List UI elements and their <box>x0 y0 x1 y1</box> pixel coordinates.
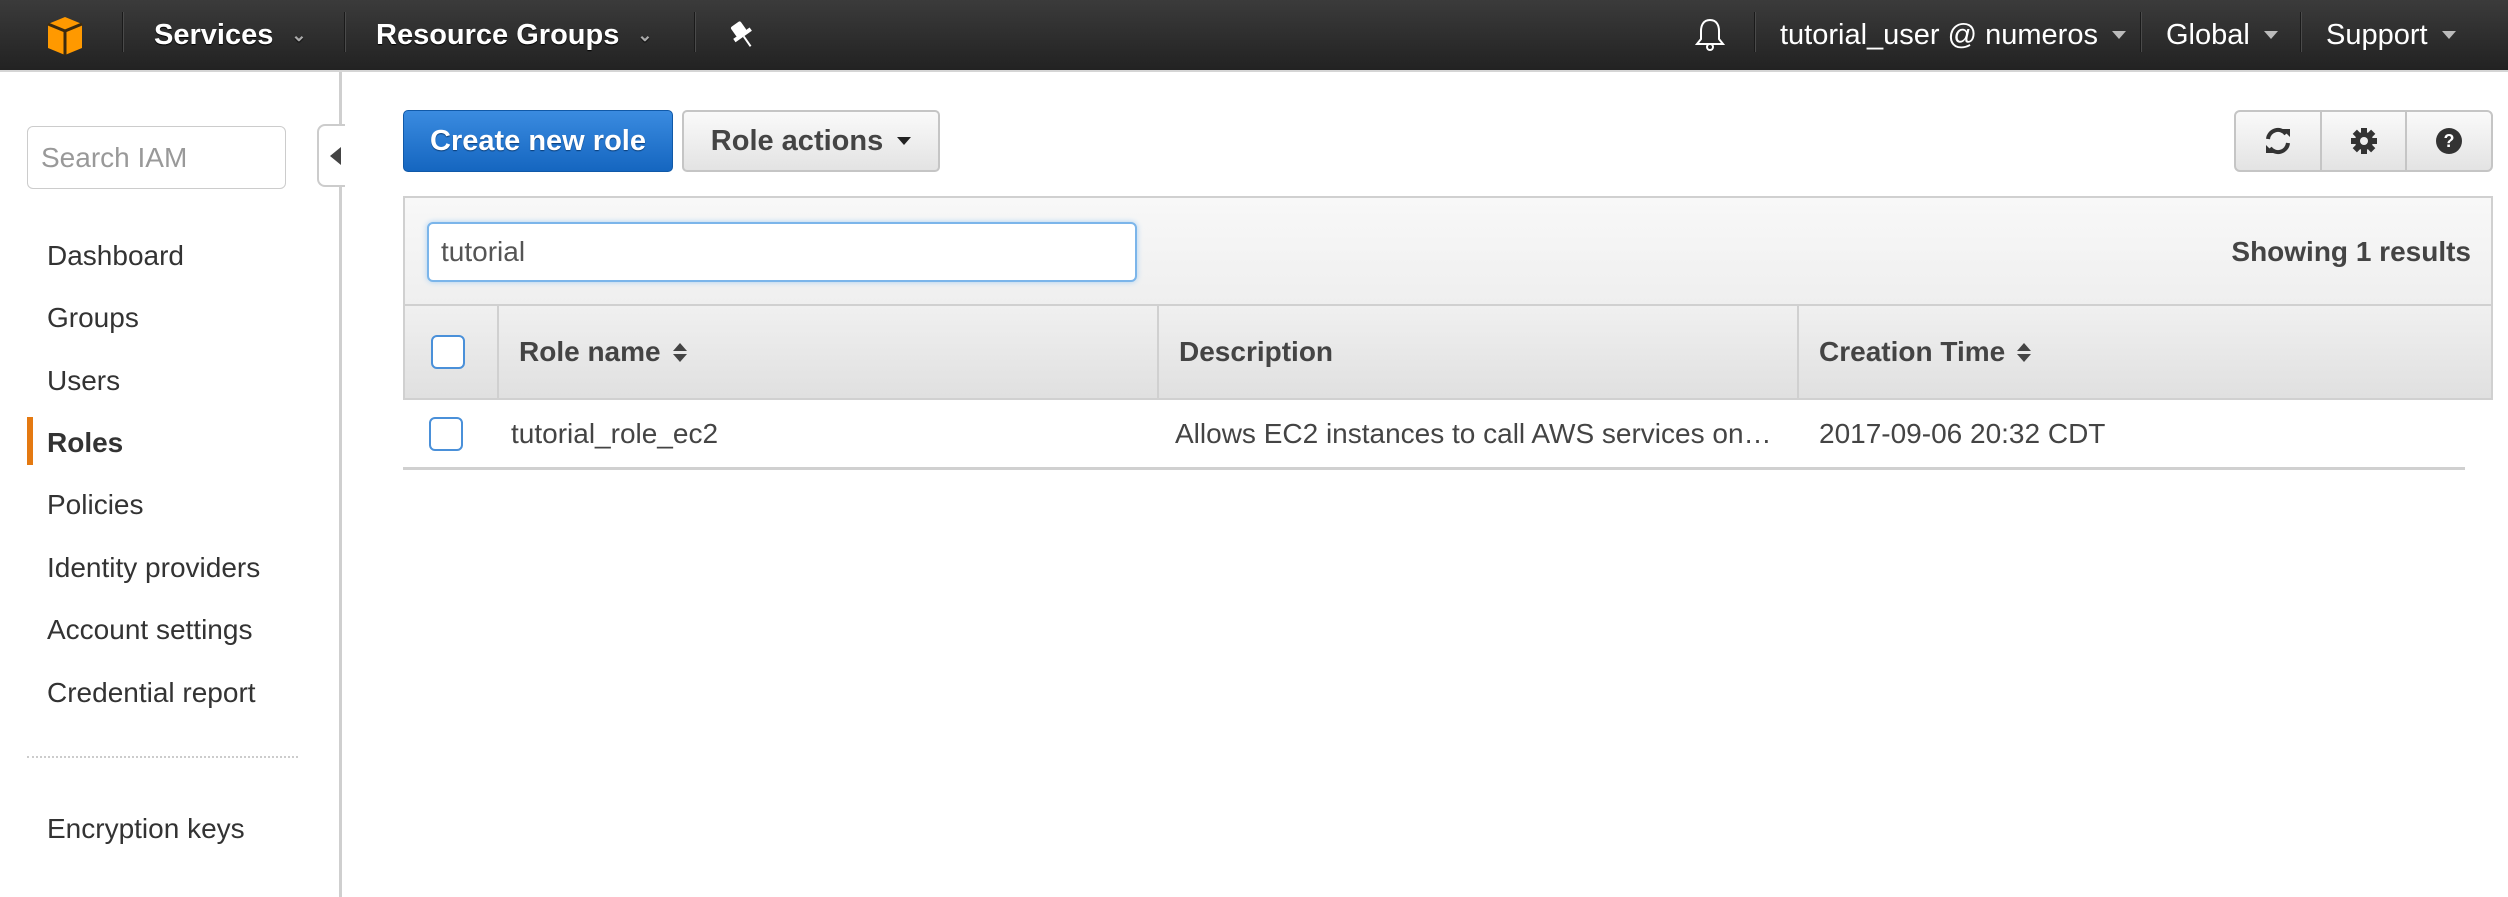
role-creation-time: 2017-09-06 20:32 CDT <box>1819 417 2106 449</box>
search-iam-input[interactable] <box>27 126 286 189</box>
table-row[interactable]: tutorial_role_ec2 Allows EC2 instances t… <box>403 400 2465 470</box>
caret-down-icon <box>2263 31 2278 39</box>
sidebar-item-dashboard[interactable]: Dashboard <box>47 240 184 272</box>
column-description-label: Description <box>1179 336 1334 367</box>
caret-down-icon <box>897 137 912 145</box>
nav-divider <box>122 12 124 52</box>
refresh-icon <box>2265 127 2290 155</box>
account-label: tutorial_user @ numeros <box>1780 18 2098 51</box>
row-checkbox[interactable] <box>429 416 463 451</box>
notifications-button[interactable] <box>1694 0 1726 70</box>
pushpin-icon <box>730 21 752 47</box>
column-creation-time[interactable]: Creation Time <box>1799 306 2491 398</box>
bell-icon <box>1694 18 1726 51</box>
filter-bar: Showing 1 results <box>403 196 2493 304</box>
sidebar-collapse-button[interactable] <box>317 124 345 187</box>
role-name-link[interactable]: tutorial_role_ec2 <box>511 418 718 450</box>
role-actions-button[interactable]: Role actions <box>682 110 940 172</box>
settings-button[interactable] <box>2322 112 2408 170</box>
creation-time-cell: 2017-09-06 20:32 CDT <box>1797 400 2465 467</box>
help-icon: ? <box>2436 128 2463 154</box>
role-filter-input[interactable] <box>427 222 1137 282</box>
account-menu[interactable]: tutorial_user @ numeros <box>1780 0 2126 70</box>
active-indicator <box>27 417 33 465</box>
select-all-checkbox[interactable] <box>431 335 465 369</box>
row-select-cell <box>403 400 497 467</box>
caret-down-icon <box>2441 31 2456 39</box>
sidebar-divider <box>27 756 298 758</box>
create-new-role-button[interactable]: Create new role <box>403 110 673 172</box>
services-label: Services <box>154 18 274 51</box>
sort-icon <box>672 342 687 362</box>
role-description: Allows EC2 instances to call AWS service… <box>1175 417 1772 449</box>
sidebar: Dashboard Groups Users Roles Policies Id… <box>0 72 345 897</box>
nav-divider <box>2300 12 2302 52</box>
sidebar-item-users[interactable]: Users <box>47 365 120 397</box>
support-menu[interactable]: Support <box>2326 0 2456 70</box>
sidebar-item-identity-providers[interactable]: Identity providers <box>47 552 260 584</box>
nav-divider <box>344 12 346 52</box>
chevron-down-icon: ⌄ <box>291 24 307 45</box>
aws-logo[interactable] <box>44 0 86 70</box>
sidebar-item-encryption-keys[interactable]: Encryption keys <box>47 813 245 845</box>
column-role-name[interactable]: Role name <box>499 306 1159 398</box>
sidebar-item-account-settings[interactable]: Account settings <box>47 614 252 646</box>
caret-left-icon <box>329 146 341 165</box>
description-cell: Allows EC2 instances to call AWS service… <box>1157 400 1797 467</box>
chevron-down-icon: ⌄ <box>637 24 653 45</box>
refresh-button[interactable] <box>2236 112 2322 170</box>
resource-groups-menu[interactable]: Resource Groups ⌄ <box>376 0 652 70</box>
table-tools: ? <box>2234 110 2493 172</box>
region-label: Global <box>2166 18 2250 51</box>
column-creation-time-label: Creation Time <box>1819 336 2006 367</box>
select-all-cell <box>405 306 499 398</box>
help-button[interactable]: ? <box>2407 112 2491 170</box>
region-menu[interactable]: Global <box>2166 0 2278 70</box>
resource-groups-label: Resource Groups <box>376 18 620 51</box>
top-nav: Services ⌄ Resource Groups ⌄ tutorial_us… <box>0 0 2508 72</box>
nav-divider <box>694 12 696 52</box>
services-menu[interactable]: Services ⌄ <box>154 0 306 70</box>
sidebar-item-policies[interactable]: Policies <box>47 489 143 521</box>
support-label: Support <box>2326 18 2428 51</box>
sidebar-item-roles[interactable]: Roles <box>47 427 123 459</box>
nav-divider <box>2140 12 2142 52</box>
sort-icon <box>2017 342 2032 362</box>
sidebar-item-credential-report[interactable]: Credential report <box>47 677 256 709</box>
nav-divider <box>1754 12 1756 52</box>
role-name-cell[interactable]: tutorial_role_ec2 <box>497 400 1157 467</box>
column-role-name-label: Role name <box>519 336 661 367</box>
gear-icon <box>2350 128 2377 154</box>
table-header: Role name Description Creation Time <box>403 304 2493 400</box>
caret-down-icon <box>2111 31 2126 39</box>
aws-cube-icon <box>47 17 83 55</box>
pin-button[interactable] <box>728 0 756 70</box>
column-description: Description <box>1159 306 1799 398</box>
svg-text:?: ? <box>2444 131 2455 151</box>
sidebar-item-groups[interactable]: Groups <box>47 302 139 334</box>
result-count: Showing 1 results <box>2231 236 2471 267</box>
role-actions-label: Role actions <box>710 124 884 157</box>
